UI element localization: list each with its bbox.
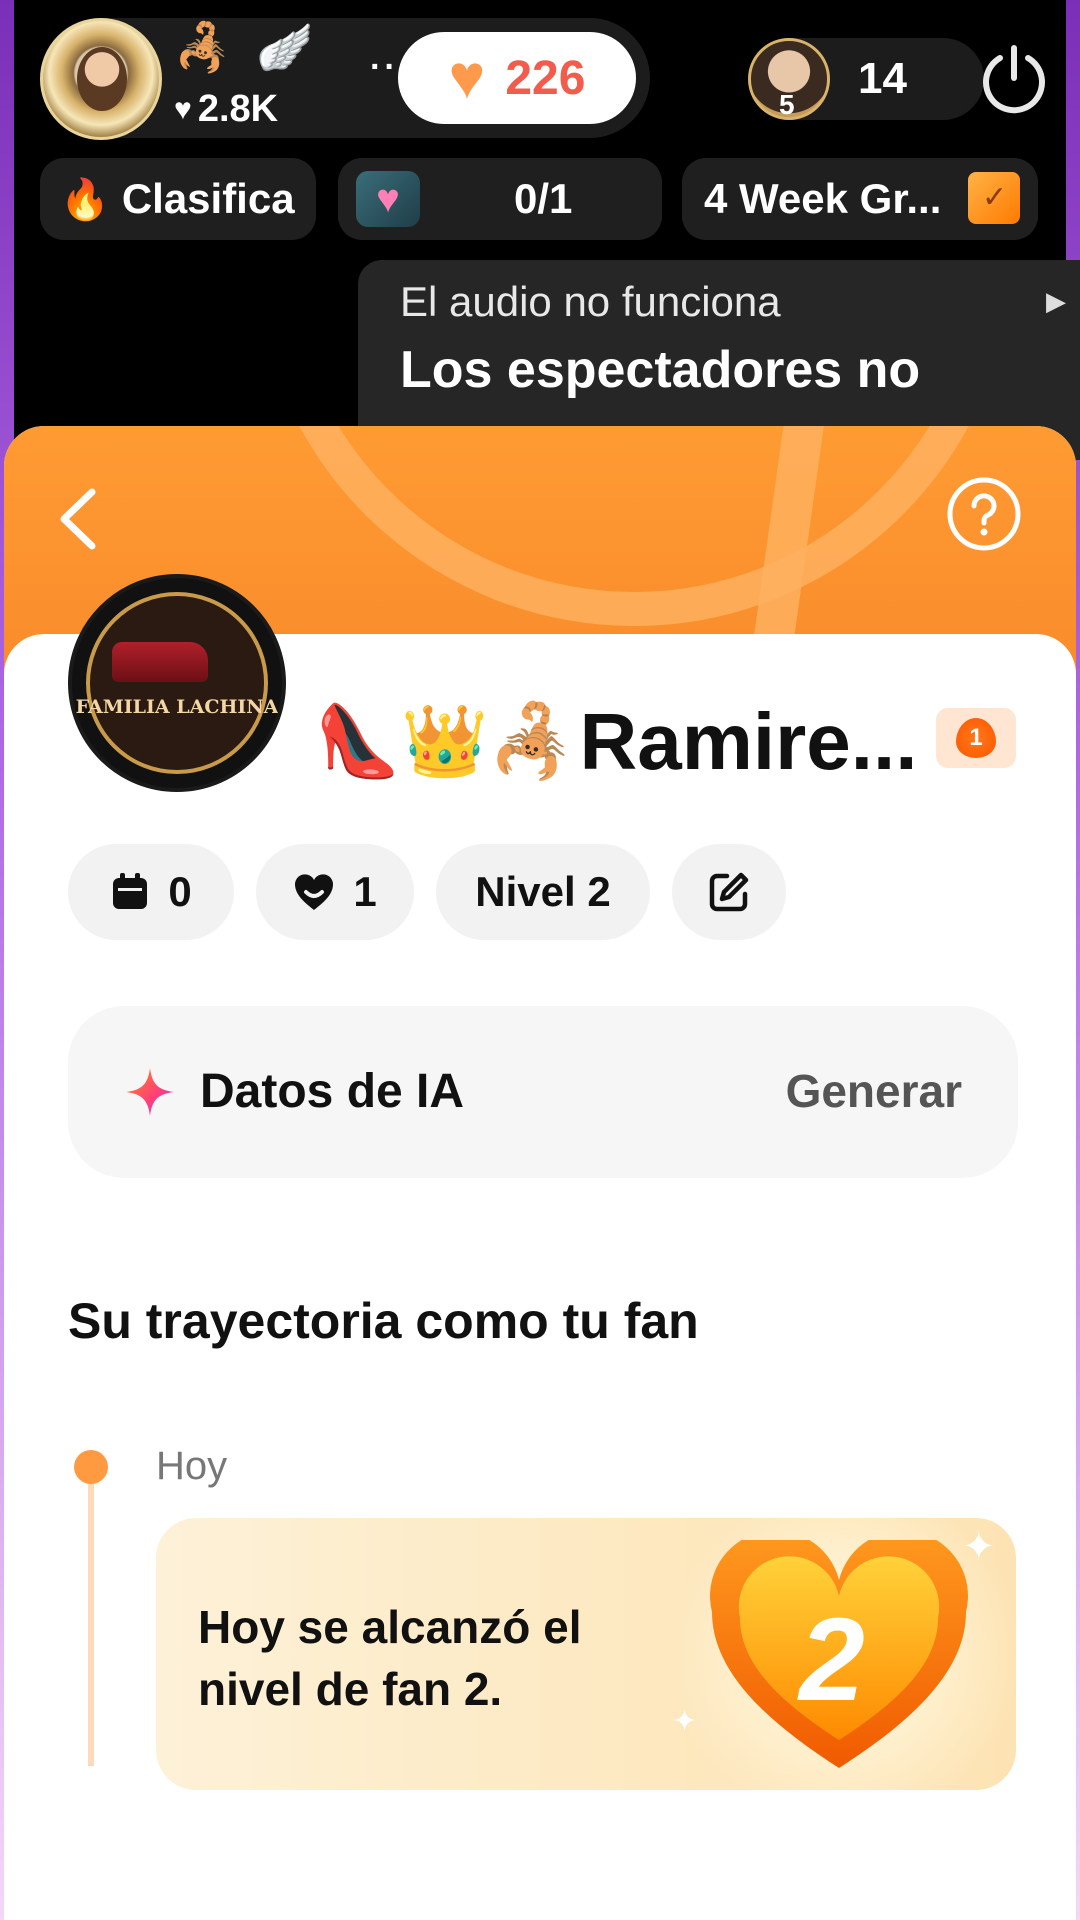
goal-pill[interactable]: ♥ 0/1 xyxy=(338,158,662,240)
milestone-card[interactable]: Hoy se alcanzó el nivel de fan 2. 2 ✦ ✦ xyxy=(156,1518,1016,1790)
host-avatar[interactable] xyxy=(40,18,162,140)
orange-heart-icon: ♥ xyxy=(448,43,486,112)
ranking-label: Clasifica xyxy=(121,175,295,222)
flame-icon: 🔥 xyxy=(60,177,110,222)
power-icon[interactable] xyxy=(974,40,1054,120)
fan-name: 👠👑🦂 Ramire... xyxy=(314,696,917,788)
heart-gift-icon: ♥ xyxy=(356,171,420,227)
sparkle-icon: ✦ xyxy=(672,1705,698,1738)
question-circle-icon[interactable] xyxy=(946,476,1022,552)
level-chip[interactable]: Nivel 2 xyxy=(436,844,650,940)
like-count: 226 xyxy=(505,51,586,105)
edit-chip[interactable] xyxy=(672,844,786,940)
ai-sparkle-icon xyxy=(126,1068,174,1116)
fan-heart-icon: 1 xyxy=(956,718,996,758)
ai-data-card[interactable]: Datos de IA Generar xyxy=(68,1006,1018,1178)
fan-profile-sheet: FAMILIA LACHINA 👠👑🦂 Ramire... 1 0 1 Nive xyxy=(4,426,1076,1920)
heart-small-icon: ♥ xyxy=(174,92,192,126)
ai-title: Datos de IA xyxy=(200,1065,465,1118)
calendar-check-icon xyxy=(968,172,1020,224)
like-button[interactable]: ♥ 226 xyxy=(398,32,636,124)
fan-avatar[interactable]: FAMILIA LACHINA xyxy=(68,574,286,792)
scorpion-badge-icon: 🦂 xyxy=(174,21,232,73)
live-top-bar: 🦂 🪽 ··· ♥ 2.8K ♥ 226 5 14 xyxy=(40,18,1060,140)
avatar-frame xyxy=(86,592,268,774)
ranking-pill[interactable]: 🔥 Clasifica xyxy=(40,158,316,240)
days-chip[interactable]: 0 xyxy=(68,844,234,940)
chevron-left-icon[interactable] xyxy=(54,486,104,552)
fan-name-text: Ramire... xyxy=(579,697,918,786)
week-pill[interactable]: 4 Week Gr... xyxy=(682,158,1038,240)
edit-icon xyxy=(709,872,749,912)
goal-progress: 0/1 xyxy=(514,175,573,222)
heart-icon xyxy=(295,874,334,910)
top-viewer-avatar[interactable]: 5 xyxy=(748,38,830,120)
viewer-rank: 5 xyxy=(779,89,795,120)
fan-level-badge[interactable]: 1 xyxy=(936,708,1016,768)
notice-title: Los espectadores no xyxy=(400,341,921,399)
milestone-level-number: 2 xyxy=(797,1594,865,1726)
days-count: 0 xyxy=(168,868,192,915)
journey-title: Su trayectoria como tu fan xyxy=(68,1293,699,1349)
week-label: 4 Week Gr... xyxy=(704,175,942,222)
live-info-row: 🔥 Clasifica ♥ 0/1 4 Week Gr... xyxy=(40,158,1040,240)
timeline-date: Hoy xyxy=(156,1444,228,1488)
notice-subtitle: El audio no funciona xyxy=(400,278,781,325)
viewer-pill[interactable]: 5 14 xyxy=(748,38,984,120)
viewer-count: 14 xyxy=(858,54,907,103)
timeline-line xyxy=(88,1466,94,1766)
play-arrow-icon[interactable]: ▶ xyxy=(1046,286,1066,317)
hearts-count: 1 xyxy=(353,868,377,915)
decorative-ring xyxy=(254,426,1014,626)
hearts-chip[interactable]: 1 xyxy=(256,844,414,940)
generate-button[interactable]: Generar xyxy=(786,1064,962,1118)
host-likes-count: 2.8K xyxy=(197,88,279,130)
truck-image xyxy=(112,642,208,682)
level-label: Nivel 2 xyxy=(475,868,611,915)
wing-badge-icon: 🪽 xyxy=(256,21,314,73)
host-info-pill[interactable]: 🦂 🪽 ··· ♥ 2.8K ♥ 226 xyxy=(40,18,650,140)
milestone-text: Hoy se alcanzó el nivel de fan 2. xyxy=(198,1601,582,1715)
name-emojis: 👠👑🦂 xyxy=(314,702,576,780)
timeline-dot xyxy=(74,1450,108,1484)
level-heart-icon: 2 xyxy=(710,1540,968,1768)
sparkle-icon: ✦ xyxy=(962,1525,996,1569)
host-likes: ♥ 2.8K xyxy=(174,88,278,131)
calendar-icon xyxy=(113,873,148,909)
avatar-logo-text: FAMILIA LACHINA xyxy=(75,696,279,718)
